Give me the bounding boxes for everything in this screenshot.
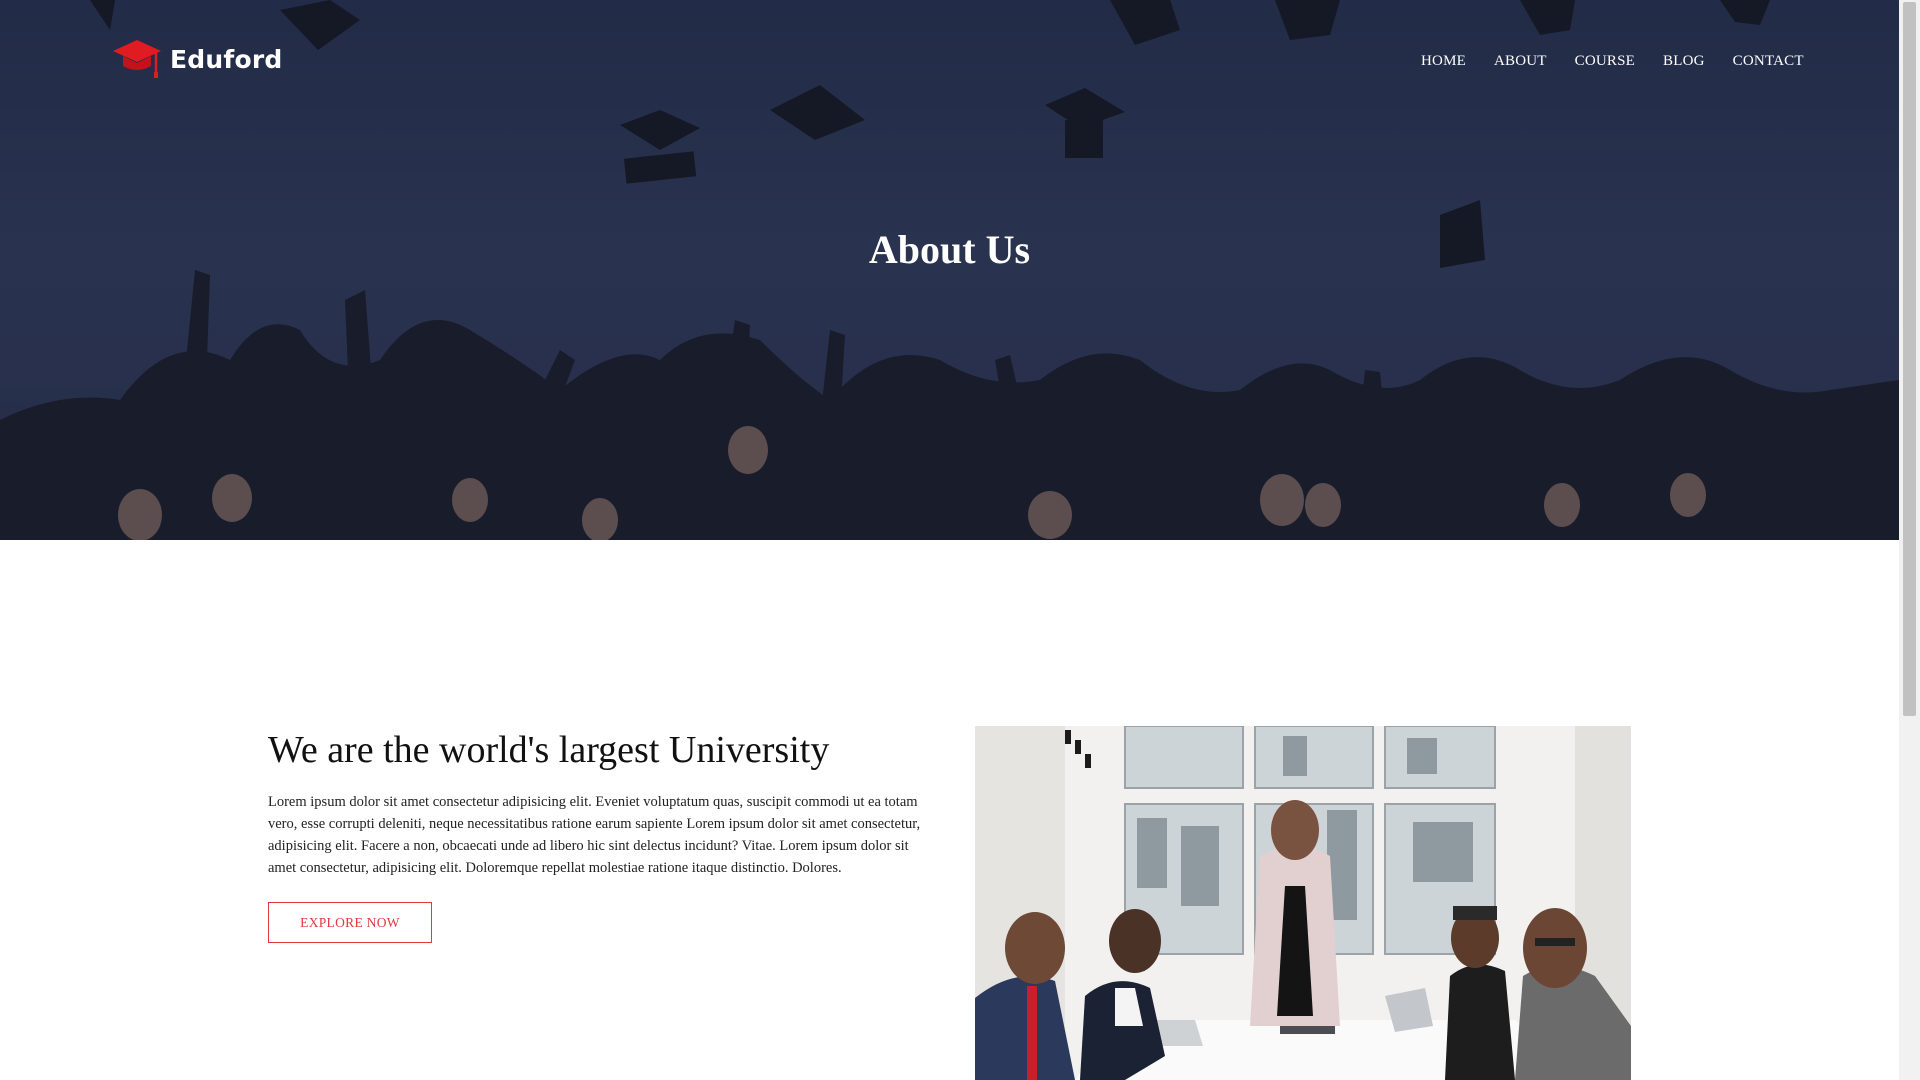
- page-title: About Us: [868, 227, 1031, 272]
- explore-now-button[interactable]: EXPLORE NOW: [268, 902, 432, 943]
- scrollbar-thumb[interactable]: [1903, 2, 1916, 716]
- about-heading: We are the world's largest University: [268, 729, 830, 771]
- about-description: Lorem ipsum dolor sit amet consectetur a…: [268, 794, 921, 876]
- nav-blog-link[interactable]: BLOG: [1663, 53, 1705, 70]
- brand-logo[interactable]: Eduford: [112, 38, 282, 80]
- team-meeting-photo: [975, 726, 1631, 1080]
- nav-contact-link[interactable]: CONTACT: [1733, 53, 1804, 70]
- nav-course-link[interactable]: COURSE: [1575, 53, 1635, 70]
- graduation-cap-icon: [113, 40, 161, 78]
- page-scrollbar[interactable]: [1899, 0, 1920, 1080]
- main-nav: HOME ABOUT COURSE BLOG CONTACT: [1421, 53, 1832, 70]
- nav-about-link[interactable]: ABOUT: [1494, 53, 1547, 70]
- brand-name: Eduford: [170, 44, 283, 74]
- hero-banner: Eduford HOME ABOUT COURSE BLOG CONTACT A…: [0, 0, 1899, 540]
- nav-home-link[interactable]: HOME: [1421, 53, 1466, 70]
